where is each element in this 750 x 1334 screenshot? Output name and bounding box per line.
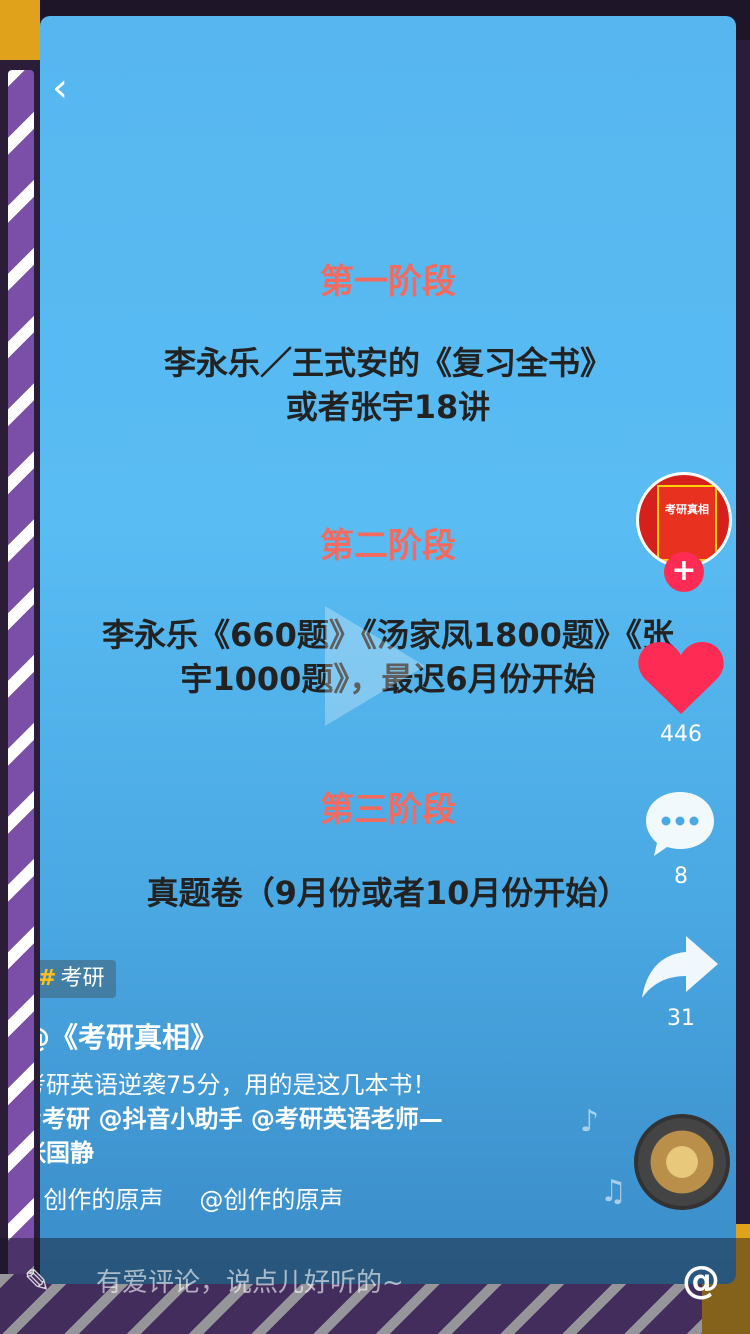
play-icon[interactable] xyxy=(325,606,425,726)
share-count: 31 xyxy=(667,1006,695,1031)
music-line[interactable]: ♪创作的原声@创作的原声 xyxy=(40,1180,343,1215)
music-title: 创作的原声 xyxy=(43,1186,164,1214)
floating-note-icon: ♪ xyxy=(580,1104,600,1139)
heart-icon[interactable] xyxy=(636,638,726,718)
caption-tail[interactable]: 张国静 xyxy=(40,1136,562,1170)
comment-icon[interactable] xyxy=(642,786,718,862)
video-screen[interactable]: ‹ 第一阶段 李永乐／王式安的《复习全书》 或者张宇18讲 第二阶段 李永乐《6… xyxy=(40,16,736,1284)
follow-button[interactable]: + xyxy=(664,552,704,592)
music-author: @创作的原声 xyxy=(199,1186,344,1214)
frame-stripe-left xyxy=(8,70,34,1300)
caption: 考研英语逆袭75分，用的是这几本书！ #考研 @抖音小助手 @考研英语老师— 张… xyxy=(40,1068,562,1170)
caption-tags[interactable]: #考研 @抖音小助手 @考研英语老师— xyxy=(40,1102,562,1136)
floating-note-icon: ♫ xyxy=(600,1174,627,1209)
like-count: 446 xyxy=(660,722,702,747)
action-rail: 考研真相 + 446 8 31 xyxy=(626,16,736,1284)
comment-input[interactable]: 有爱评论，说点儿好听的~ xyxy=(96,1262,404,1299)
music-disc[interactable] xyxy=(634,1114,730,1210)
book-cover-text: 考研真相 xyxy=(665,503,709,516)
share-icon[interactable] xyxy=(640,932,720,1002)
topic-tag-label: 考研 xyxy=(60,966,105,991)
book-cover-image: 考研真相 xyxy=(657,485,717,561)
pen-icon[interactable]: ✎ xyxy=(24,1262,51,1300)
author-name[interactable]: @《考研真相》 xyxy=(40,1016,218,1056)
at-icon[interactable]: @ xyxy=(682,1258,720,1302)
topic-tag[interactable]: #考研 xyxy=(40,960,117,998)
caption-text: 考研英语逆袭75分，用的是这几本书！ xyxy=(40,1071,437,1099)
comment-count: 8 xyxy=(674,864,688,889)
back-icon[interactable]: ‹ xyxy=(40,68,80,108)
hash-icon: # xyxy=(40,966,56,991)
